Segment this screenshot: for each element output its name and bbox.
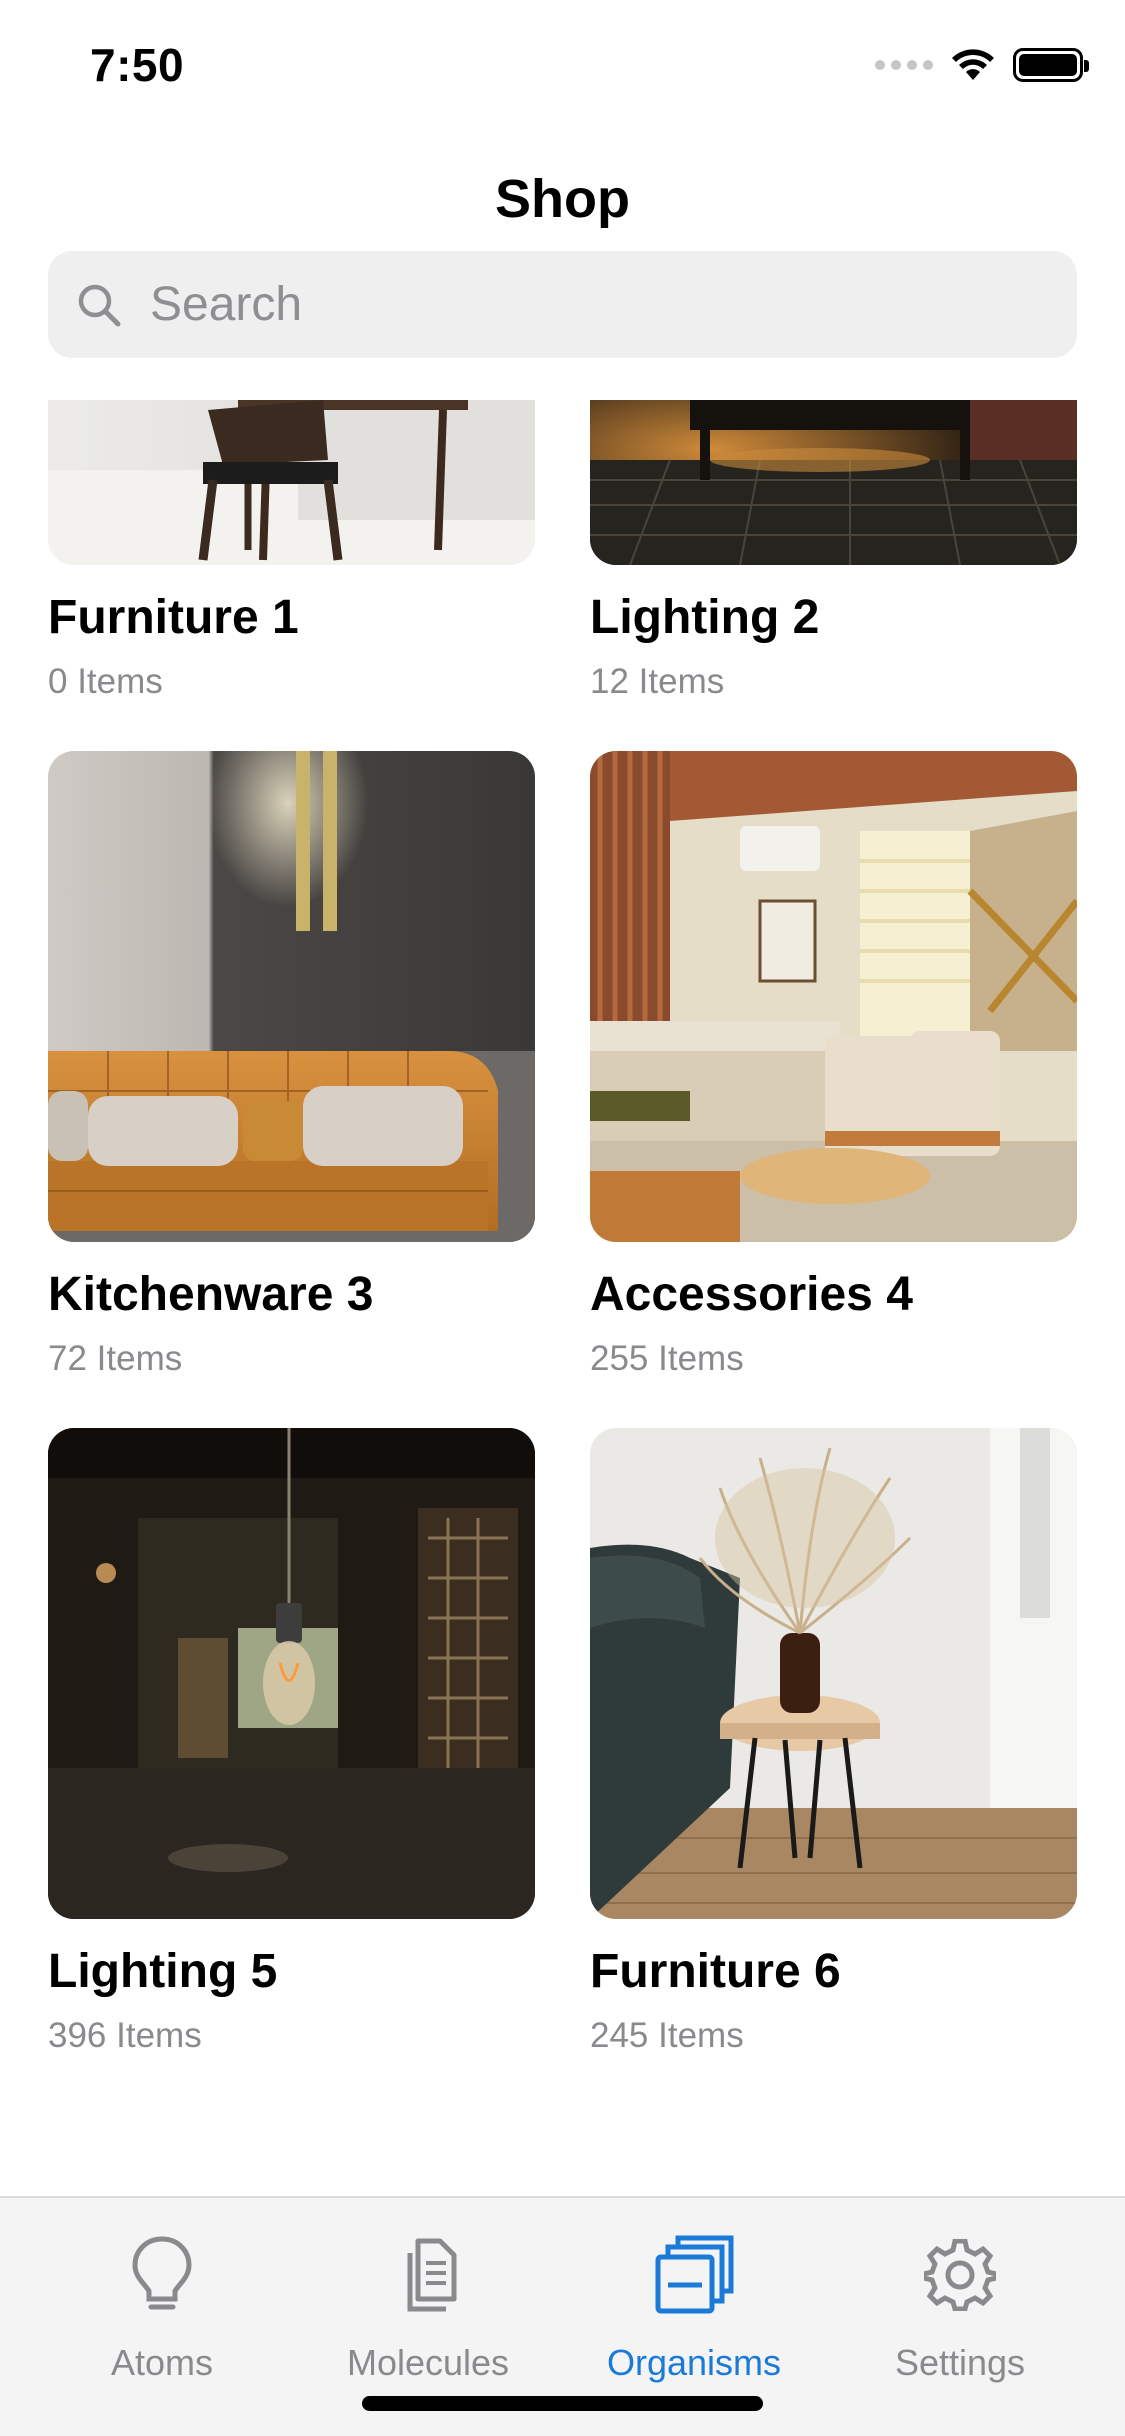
status-icons	[875, 48, 1089, 82]
category-title: Furniture 6	[590, 1945, 841, 1998]
tab-label: Settings	[894, 2342, 1026, 2383]
gear-icon	[924, 2239, 996, 2311]
tab-molecules[interactable]: Molecules	[298, 2230, 558, 2384]
battery-icon	[1013, 48, 1089, 82]
category-image-side-table	[590, 1428, 1077, 1919]
category-count: 72 Items	[48, 1339, 183, 1378]
wifi-icon	[952, 49, 994, 80]
category-card[interactable]: Kitchenware 3 72 Items	[48, 751, 535, 1378]
category-image-living-room	[590, 751, 1077, 1242]
page-title: Shop	[495, 169, 630, 229]
tab-organisms[interactable]: Organisms	[564, 2230, 824, 2384]
stacked-squares-icon	[655, 2235, 734, 2314]
cellular-signal-icon	[875, 60, 933, 70]
status-time: 7:50	[90, 39, 185, 91]
home-indicator[interactable]	[362, 2396, 763, 2411]
lightbulb-icon	[132, 2236, 192, 2310]
category-count: 245 Items	[590, 2016, 744, 2055]
category-card[interactable]: Furniture 6 245 Items	[590, 1428, 1077, 2055]
category-card[interactable]: Lighting 2 12 Items	[590, 400, 1077, 701]
category-count: 12 Items	[590, 662, 725, 701]
tab-label: Organisms	[606, 2342, 782, 2383]
category-image-leather-sofa	[48, 751, 535, 1242]
category-card[interactable]: Furniture 1 0 Items	[48, 400, 535, 701]
search-icon	[78, 284, 121, 326]
category-title: Accessories 4	[590, 1268, 913, 1321]
category-card[interactable]: Lighting 5 396 Items	[48, 1428, 535, 2055]
category-image-hanging-bulb	[48, 1428, 535, 1919]
search-bar[interactable]	[48, 251, 1077, 358]
category-title: Kitchenware 3	[48, 1268, 374, 1321]
document-icon	[407, 2238, 457, 2312]
category-count: 396 Items	[48, 2016, 202, 2055]
search-input[interactable]	[150, 277, 1050, 332]
category-title: Furniture 1	[48, 591, 299, 644]
category-title: Lighting 2	[590, 591, 820, 644]
category-title: Lighting 5	[48, 1945, 278, 1998]
category-count: 0 Items	[48, 662, 163, 701]
category-count: 255 Items	[590, 1339, 744, 1378]
category-image-dark-room	[590, 400, 1077, 565]
category-card[interactable]: Accessories 4 255 Items	[590, 751, 1077, 1378]
category-grid[interactable]: Furniture 1 0 Items Lighting 2 12 Items …	[0, 400, 1125, 2195]
tab-label: Molecules	[346, 2342, 510, 2383]
status-bar: 7:50	[0, 0, 1125, 135]
tab-label: Atoms	[110, 2342, 214, 2383]
tab-settings[interactable]: Settings	[830, 2230, 1090, 2384]
category-image-chair	[48, 400, 535, 565]
tab-atoms[interactable]: Atoms	[32, 2230, 292, 2384]
